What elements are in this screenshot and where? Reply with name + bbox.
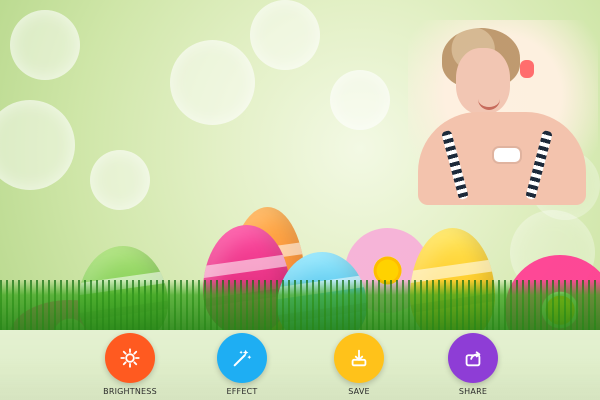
photo-canvas <box>0 0 600 330</box>
share-icon-bg <box>448 333 498 383</box>
share-icon <box>465 351 481 367</box>
download-icon <box>351 349 367 367</box>
brightness-icon-bg <box>105 333 155 383</box>
save-label: SAVE <box>348 387 370 396</box>
brightness-button[interactable]: BRIGHTNESS <box>87 333 173 400</box>
bokeh-light <box>0 100 75 190</box>
bokeh-light <box>90 150 150 210</box>
share-label: SHARE <box>458 387 488 396</box>
bokeh-light <box>330 70 390 130</box>
magic-wand-icon <box>233 349 252 367</box>
share-button[interactable]: SHARE <box>430 333 516 400</box>
save-icon-bg <box>334 333 384 383</box>
brightness-label: BRIGHTNESS <box>103 387 157 396</box>
effect-icon-bg <box>217 333 267 383</box>
sun-icon <box>120 348 140 368</box>
effect-button[interactable]: EFFECT <box>199 333 285 400</box>
user-photo-overlay[interactable] <box>408 20 598 205</box>
headphone-icon <box>520 60 534 78</box>
phone-icon <box>494 148 520 162</box>
bokeh-light <box>250 0 320 70</box>
save-button[interactable]: SAVE <box>316 333 402 400</box>
bokeh-light <box>10 10 80 80</box>
bokeh-light <box>170 40 255 125</box>
effect-label: EFFECT <box>226 387 258 396</box>
grass <box>0 280 600 330</box>
